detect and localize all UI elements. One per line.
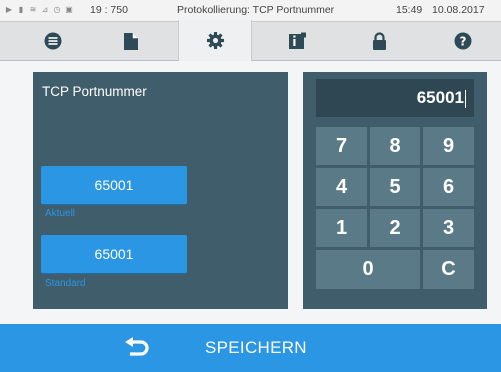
key-6[interactable]: 6 <box>423 168 474 206</box>
key-4[interactable]: 4 <box>316 168 367 206</box>
save-button[interactable]: SPEICHERN <box>205 338 307 358</box>
default-value-label: Standard <box>45 278 86 289</box>
key-1[interactable]: 1 <box>316 209 367 247</box>
key-5[interactable]: 5 <box>370 168 420 206</box>
display-value: 65001 <box>416 88 464 107</box>
clock-icon: ◷ <box>53 5 61 14</box>
status-icons: ▶ ▮ ≋ ⊿ ◷ ▣ <box>5 5 73 14</box>
key-2[interactable]: 2 <box>370 209 420 247</box>
current-value-button[interactable]: 65001 <box>41 166 187 204</box>
lock-icon <box>372 31 386 50</box>
default-value-button[interactable]: 65001 <box>41 235 187 273</box>
status-counter: 19 : 750 <box>90 4 128 16</box>
info-book-icon <box>289 32 306 49</box>
keypad-panel: 65001 7 8 9 4 5 6 1 2 3 0 C <box>303 72 487 309</box>
keypad-display[interactable]: 65001 <box>316 79 474 117</box>
key-clear[interactable]: C <box>423 250 474 289</box>
key-3[interactable]: 3 <box>423 209 474 247</box>
play-icon: ▶ <box>5 5 13 14</box>
document-icon <box>124 32 138 50</box>
status-title: Protokollierung: TCP Portnummer <box>177 4 335 16</box>
padlock-small-icon: ▣ <box>65 5 73 14</box>
tab-lock[interactable] <box>348 22 410 60</box>
key-9[interactable]: 9 <box>423 127 474 165</box>
status-time: 15:49 <box>396 4 423 16</box>
tab-bar: ? <box>0 20 501 61</box>
tab-help[interactable]: ? <box>432 22 494 60</box>
text-cursor <box>465 89 466 108</box>
key-7[interactable]: 7 <box>316 127 367 165</box>
back-arrow-icon <box>125 337 149 356</box>
bottom-bar: SPEICHERN <box>0 324 501 372</box>
back-button[interactable] <box>124 337 152 364</box>
chart-icon: ⊿ <box>41 5 49 14</box>
tab-info[interactable] <box>266 22 328 60</box>
panel-title: TCP Portnummer <box>42 84 147 99</box>
key-8[interactable]: 8 <box>370 127 420 165</box>
tab-list[interactable] <box>22 22 84 60</box>
current-value-label: Aktuell <box>45 208 76 219</box>
tab-settings[interactable] <box>178 20 252 61</box>
key-0[interactable]: 0 <box>316 250 420 289</box>
status-date: 10.08.2017 <box>432 4 485 16</box>
list-icon <box>44 32 62 50</box>
parameter-panel: TCP Portnummer 65001 Aktuell 65001 Stand… <box>33 72 288 309</box>
signal-icon: ≋ <box>29 5 37 14</box>
gear-icon <box>206 31 224 50</box>
svg-text:?: ? <box>460 34 467 48</box>
status-bar: ▶ ▮ ≋ ⊿ ◷ ▣ 19 : 750 Protokollierung: TC… <box>0 0 501 22</box>
tab-document[interactable] <box>100 22 162 60</box>
file-icon: ▮ <box>18 5 24 14</box>
help-icon: ? <box>454 32 472 50</box>
